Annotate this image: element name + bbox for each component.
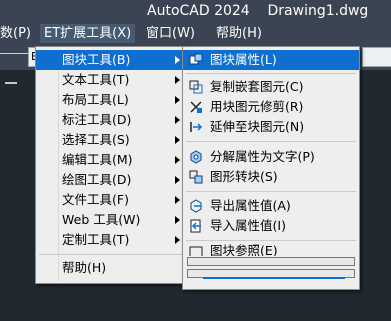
submenu-arrow-icon — [175, 76, 180, 84]
menu-item-block-tools[interactable]: 图块工具(B) — [36, 50, 186, 70]
submenu-arrow-icon — [175, 196, 180, 204]
submenu-item-label: 延伸至块图元(N) — [210, 119, 305, 134]
submenu-item-label: 用块图元修剪(R) — [210, 99, 304, 114]
submenu-item-import-attribute[interactable]: 导入属性值(I) — [183, 216, 359, 236]
submenu-arrow-icon — [175, 96, 180, 104]
block-attribute-icon — [189, 53, 203, 65]
submenu-item-block-attribute[interactable]: 图块属性(L) — [183, 50, 359, 70]
submenu-arrow-icon — [175, 176, 180, 184]
menu-separator — [186, 73, 356, 74]
block-reference-icon — [189, 246, 203, 256]
window-title: AutoCAD 2024 Drawing1.dwg — [147, 3, 369, 19]
menu-item-edit-tools[interactable]: 编辑工具(M) — [36, 150, 186, 170]
menu-item-label: 选择工具(S) — [62, 132, 130, 147]
menu-item-label: 文本工具(T) — [62, 72, 130, 87]
menu-item-label: 绘图工具(D) — [62, 172, 132, 187]
menubar-item-param[interactable]: 数(P) — [0, 24, 35, 43]
menu-item-text-tools[interactable]: 文本工具(T) — [36, 70, 186, 90]
menubar-item-et-tools[interactable]: ET扩展工具(X) — [40, 24, 136, 43]
toolbar-right-control[interactable] — [362, 47, 391, 67]
submenu-arrow-icon — [175, 136, 180, 144]
submenu-item-trim-block[interactable]: 用块图元修剪(R) — [183, 97, 359, 117]
explode-attribute-icon — [190, 150, 202, 164]
submenu-item-convert-block[interactable]: 图形转块(S) — [183, 167, 359, 187]
menu-item-label: 定制工具(T) — [62, 232, 130, 247]
menu-item-help[interactable]: 帮助(H) — [36, 258, 186, 278]
menu-item-label: 编辑工具(M) — [62, 152, 133, 167]
menu-item-label: 文件工具(F) — [62, 192, 129, 207]
menu-item-custom-tools[interactable]: 定制工具(T) — [36, 230, 186, 250]
submenu-item-export-attribute[interactable]: 导出属性值(A) — [183, 196, 359, 216]
copy-nested-icon — [189, 80, 203, 94]
submenu-item-extend-block[interactable]: 延伸至块图元(N) — [183, 117, 359, 137]
ucs-icon — [5, 82, 17, 96]
menubar-item-window[interactable]: 窗口(W) — [142, 24, 199, 43]
render-artifact-bar — [203, 277, 345, 279]
extend-block-icon — [190, 122, 203, 132]
import-attribute-icon — [190, 219, 201, 233]
menu-separator — [186, 141, 356, 142]
submenu-item-copy-nested[interactable]: 复制嵌套图元(C) — [183, 77, 359, 97]
render-artifact — [187, 257, 355, 266]
title-bar: AutoCAD 2024 Drawing1.dwg — [0, 0, 391, 23]
menu-item-selection-tools[interactable]: 选择工具(S) — [36, 130, 186, 150]
menu-item-label: Web 工具(W) — [62, 212, 141, 227]
submenu-arrow-icon — [175, 156, 180, 164]
submenu-item-label: 导入属性值(I) — [210, 218, 286, 233]
menu-item-file-tools[interactable]: 文件工具(F) — [36, 190, 186, 210]
submenu-arrow-icon — [175, 116, 180, 124]
menu-item-draw-tools[interactable]: 绘图工具(D) — [36, 170, 186, 190]
menu-item-label: 布局工具(L) — [62, 92, 129, 107]
block-tools-submenu: 图块属性(L) 复制嵌套图元(C) 用块图元修剪(R) 延伸至块图元(N) 分解… — [182, 46, 360, 290]
menu-item-dimension-tools[interactable]: 标注工具(D) — [36, 110, 186, 130]
submenu-item-label: 图块属性(L) — [210, 52, 277, 67]
menu-item-label: 帮助(H) — [62, 260, 107, 275]
submenu-item-label: 分解属性为文字(P) — [210, 149, 315, 164]
submenu-item-label: 导出属性值(A) — [210, 198, 291, 213]
menu-item-web-tools[interactable]: Web 工具(W) — [36, 210, 186, 230]
menu-item-label: 图块工具(B) — [62, 52, 131, 67]
menu-separator — [186, 240, 356, 241]
menu-item-layout-tools[interactable]: 布局工具(L) — [36, 90, 186, 110]
linetype-preview — [0, 53, 30, 54]
submenu-item-label: 图形转块(S) — [210, 169, 278, 184]
et-tools-menu: 图块工具(B) 文本工具(T) 布局工具(L) 标注工具(D) 选择工具(S) … — [35, 46, 187, 284]
export-attribute-icon — [190, 199, 202, 213]
menu-separator — [186, 191, 356, 192]
submenu-item-label: 图块参照(E) — [210, 244, 278, 256]
menu-bar: 数(P) ET扩展工具(X) 窗口(W) 帮助(H) — [0, 23, 391, 43]
submenu-item-block-reference[interactable]: 图块参照(E) — [183, 244, 359, 256]
convert-block-icon — [189, 170, 203, 184]
menu-item-label: 标注工具(D) — [62, 112, 132, 127]
menubar-item-help[interactable]: 帮助(H) — [212, 24, 266, 43]
trim-block-icon — [190, 101, 202, 113]
submenu-arrow-icon — [175, 216, 180, 224]
submenu-arrow-icon — [175, 236, 180, 244]
submenu-arrow-icon — [175, 56, 180, 64]
submenu-item-label: 复制嵌套图元(C) — [210, 79, 304, 94]
submenu-item-explode-attribute[interactable]: 分解属性为文字(P) — [183, 147, 359, 167]
menu-separator — [39, 254, 183, 255]
